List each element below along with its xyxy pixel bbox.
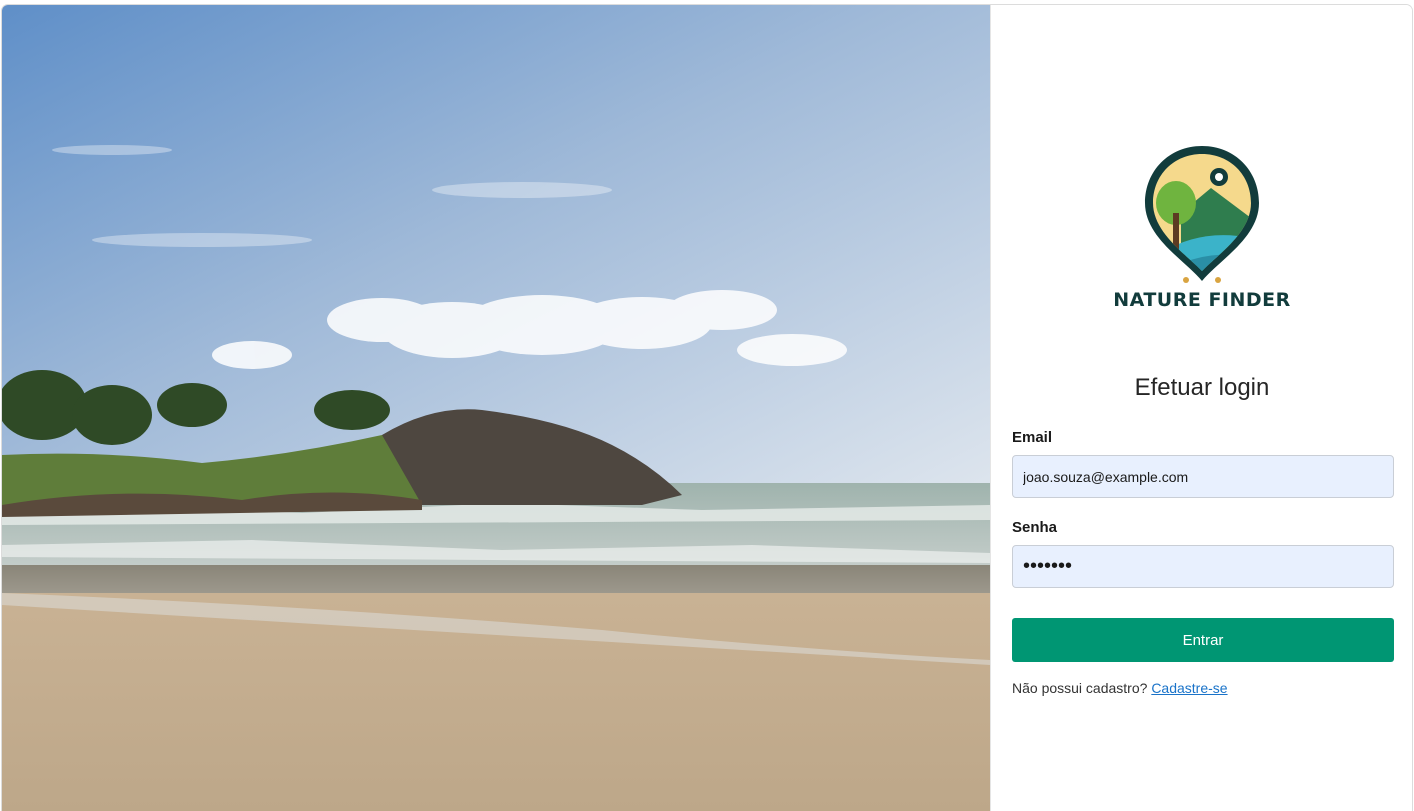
brand-name: NATURE FINDER xyxy=(1113,289,1291,311)
signup-link[interactable]: Cadastre-se xyxy=(1151,680,1227,696)
email-field[interactable] xyxy=(1012,455,1394,498)
signup-row: Não possui cadastro? Cadastre-se xyxy=(1012,680,1394,696)
login-title: Efetuar login xyxy=(1134,374,1270,401)
logo: NATURE FINDER xyxy=(991,143,1412,311)
location-pin-landscape-icon xyxy=(1145,146,1259,283)
email-label: Email xyxy=(1012,429,1053,446)
login-page: NATURE FINDER Efetuar login Email Senha … xyxy=(2,5,1412,811)
hero-beach-photo xyxy=(2,5,990,811)
login-panel: NATURE FINDER Efetuar login Email Senha … xyxy=(990,5,1412,811)
login-button[interactable]: Entrar xyxy=(1012,618,1394,662)
signup-prompt: Não possui cadastro? xyxy=(1012,680,1148,696)
password-field[interactable] xyxy=(1012,545,1394,588)
password-label: Senha xyxy=(1012,519,1058,536)
login-form: Email Senha Entrar Não possui cadastro? … xyxy=(1012,429,1394,696)
